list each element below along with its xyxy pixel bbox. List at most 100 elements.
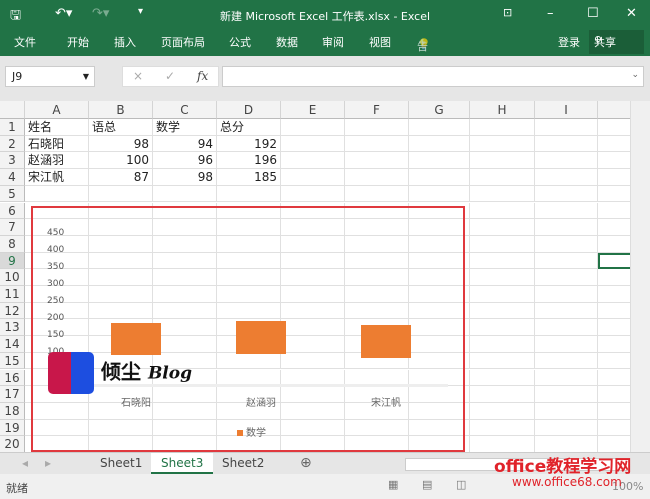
row-header[interactable]: 1	[0, 119, 25, 136]
chart[interactable]: 100150200250300350400450石晓阳赵涵羽宋江帆数学 倾尘 B…	[31, 206, 465, 452]
cell[interactable]	[470, 152, 535, 170]
cell[interactable]	[598, 420, 630, 437]
cell[interactable]	[535, 302, 598, 320]
share-button[interactable]: ⚲ 共享	[589, 30, 644, 54]
row-header[interactable]: 3	[0, 152, 25, 170]
row-header[interactable]: 10	[0, 269, 25, 286]
next-sheet-icon[interactable]: ▸	[45, 456, 51, 470]
cell[interactable]: 98	[89, 135, 153, 153]
name-box[interactable]: J9 ▼	[5, 66, 95, 87]
prev-sheet-icon[interactable]: ◂	[22, 456, 28, 470]
cell[interactable]	[470, 169, 535, 186]
cell[interactable]	[470, 119, 535, 136]
bar-2[interactable]	[361, 325, 411, 359]
cell[interactable]: 87	[89, 169, 153, 186]
cell[interactable]	[535, 169, 598, 186]
row-header[interactable]: 13	[0, 319, 25, 337]
cell[interactable]	[470, 235, 535, 253]
cell[interactable]	[409, 135, 470, 153]
column-header[interactable]: C	[153, 101, 217, 119]
selected-cell[interactable]	[598, 252, 630, 270]
cell[interactable]	[345, 169, 409, 186]
cell[interactable]	[535, 119, 598, 136]
cell[interactable]	[470, 252, 535, 270]
cell[interactable]	[470, 319, 535, 337]
cell[interactable]: 石晓阳	[25, 135, 89, 153]
bar-0[interactable]	[111, 322, 161, 355]
cell[interactable]	[470, 302, 535, 320]
tab-data[interactable]: 数据	[276, 34, 298, 50]
cell[interactable]	[470, 135, 535, 153]
cell[interactable]	[470, 202, 535, 220]
cell[interactable]	[281, 169, 345, 186]
cell[interactable]	[598, 136, 630, 153]
formula-input[interactable]: ⌄	[222, 66, 644, 87]
minimize-icon[interactable]: –	[547, 6, 554, 21]
row-header[interactable]: 19	[0, 419, 25, 437]
row-header[interactable]: 17	[0, 386, 25, 403]
cell[interactable]	[345, 119, 409, 136]
cell[interactable]: 总分	[217, 119, 281, 136]
column-header[interactable]: D	[217, 101, 281, 119]
cell[interactable]	[281, 152, 345, 170]
cell[interactable]	[598, 436, 630, 452]
cell[interactable]	[470, 386, 535, 403]
bar-1[interactable]	[236, 321, 286, 354]
cell[interactable]	[470, 419, 535, 437]
cell[interactable]	[470, 352, 535, 370]
cell[interactable]	[535, 386, 598, 403]
cell[interactable]: 语总	[89, 119, 153, 136]
legend[interactable]: 数学	[237, 424, 266, 439]
expand-icon[interactable]: ⌄	[631, 70, 639, 80]
tab-home[interactable]: 开始	[67, 34, 89, 50]
page-break-icon[interactable]: ◫	[456, 478, 466, 491]
cell[interactable]: 94	[153, 135, 217, 153]
cell[interactable]: 100	[89, 152, 153, 170]
cell[interactable]	[470, 185, 535, 203]
vertical-scrollbar[interactable]	[630, 101, 650, 452]
cell[interactable]	[598, 119, 630, 136]
cell[interactable]	[598, 386, 630, 403]
cell[interactable]: 96	[153, 152, 217, 170]
select-all-corner[interactable]	[0, 101, 25, 119]
tab-formulas[interactable]: 公式	[229, 34, 251, 50]
cell[interactable]	[470, 369, 535, 387]
cell[interactable]	[345, 152, 409, 170]
cell[interactable]	[470, 269, 535, 286]
cell[interactable]	[598, 152, 630, 170]
cell[interactable]	[598, 269, 630, 286]
row-header[interactable]: 9	[0, 252, 25, 270]
cell[interactable]	[409, 185, 470, 203]
cell[interactable]	[345, 185, 409, 203]
row-header[interactable]: 20	[0, 436, 25, 452]
row-header[interactable]: 15	[0, 352, 25, 370]
sheet-tab-sheet3[interactable]: Sheet3	[151, 453, 214, 474]
normal-view-icon[interactable]: ▦	[388, 478, 398, 491]
row-header[interactable]: 16	[0, 369, 25, 387]
column-header[interactable]: F	[345, 101, 409, 119]
cell[interactable]	[598, 203, 630, 220]
cell[interactable]	[535, 286, 598, 303]
insert-function-icon[interactable]: fx	[197, 69, 208, 83]
row-header[interactable]: 6	[0, 202, 25, 220]
cell[interactable]	[598, 353, 630, 370]
cell[interactable]	[535, 336, 598, 353]
close-icon[interactable]: ✕	[626, 6, 637, 21]
cell[interactable]: 196	[217, 152, 281, 170]
cell[interactable]: 98	[153, 169, 217, 186]
cell[interactable]	[470, 286, 535, 303]
cell[interactable]	[409, 169, 470, 186]
cell[interactable]	[281, 119, 345, 136]
cell[interactable]	[217, 185, 281, 203]
row-header[interactable]: 14	[0, 336, 25, 353]
cell[interactable]: 姓名	[25, 119, 89, 136]
tab-file[interactable]: 文件	[14, 34, 36, 50]
column-header[interactable]: I	[535, 101, 598, 119]
cell[interactable]	[153, 185, 217, 203]
cell[interactable]	[535, 252, 598, 270]
add-sheet-icon[interactable]: ⊕	[300, 455, 312, 471]
tab-page-layout[interactable]: 页面布局	[161, 34, 205, 50]
column-header[interactable]: G	[409, 101, 470, 119]
cell[interactable]: 宋江帆	[25, 169, 89, 186]
maximize-icon[interactable]: ☐	[587, 6, 599, 21]
